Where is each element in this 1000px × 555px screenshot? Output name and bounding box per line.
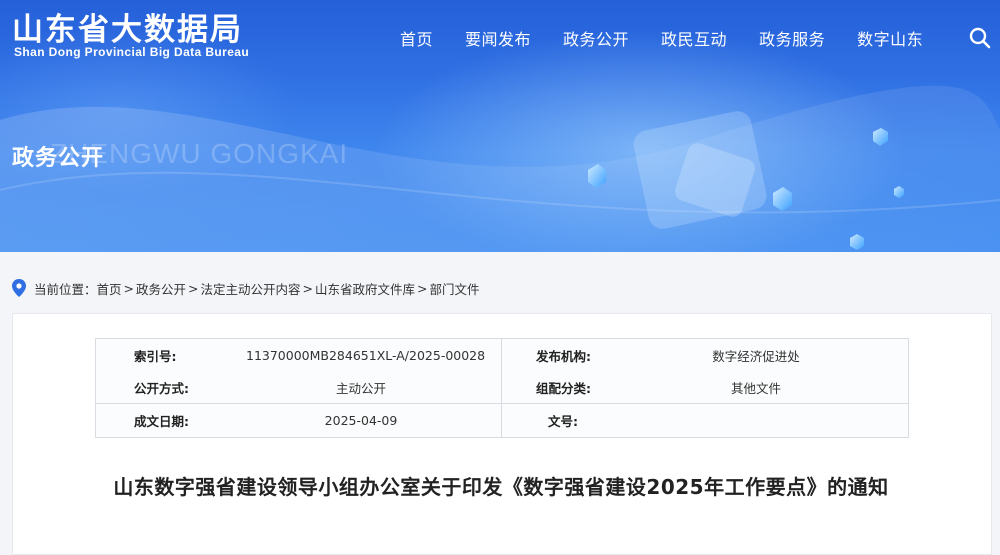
nav-item-interaction[interactable]: 政民互动: [661, 26, 727, 50]
document-meta-table: 索引号: 11370000MB284651XL-A/2025-00028 发布机…: [95, 338, 909, 438]
nav-item-home[interactable]: 首页: [400, 26, 433, 50]
meta-row: 成文日期: 2025-04-09 文号:: [96, 403, 908, 436]
meta-label-category: 组配分类:: [536, 380, 591, 396]
breadcrumb-separator: >: [123, 280, 135, 296]
meta-label-docno: 文号:: [548, 413, 578, 429]
breadcrumb-separator: >: [302, 280, 314, 296]
site-logo-en: Shan Dong Provincial Big Data Bureau: [14, 45, 250, 59]
breadcrumb-item-dept-docs[interactable]: 部门文件: [430, 279, 480, 298]
document-title: 山东数字强省建设领导小组办公室关于印发《数字强省建设2025年工作要点》的通知: [113, 475, 889, 499]
nav-item-gov-open[interactable]: 政务公开: [563, 26, 629, 50]
breadcrumb-separator: >: [417, 280, 428, 296]
meta-row: 索引号: 11370000MB284651XL-A/2025-00028 发布机…: [96, 339, 908, 371]
header-banner: 山东省大数据局 Shan Dong Provincial Big Data Bu…: [0, 0, 1000, 252]
meta-label-date: 成文日期:: [134, 413, 189, 429]
section-title: 政务公开: [12, 146, 105, 171]
nav-item-services[interactable]: 政务服务: [759, 26, 825, 50]
breadcrumb-prefix: 当前位置：: [34, 281, 97, 297]
content-panel: 索引号: 11370000MB284651XL-A/2025-00028 发布机…: [12, 313, 992, 555]
nav-item-news[interactable]: 要闻发布: [465, 26, 531, 50]
meta-value-mode: 主动公开: [335, 380, 386, 396]
location-pin-icon: [12, 279, 26, 297]
meta-label-org: 发布机构:: [536, 348, 591, 364]
meta-label-index: 索引号:: [134, 348, 177, 364]
meta-value-org: 数字经济促进处: [712, 348, 800, 364]
breadcrumb-item-doc-library[interactable]: 山东省政府文件库: [315, 279, 415, 298]
meta-row: 公开方式: 主动公开 组配分类: 其他文件: [96, 371, 908, 403]
site-logo-cn[interactable]: 山东省大数据局: [12, 4, 243, 49]
meta-value-date: 2025-04-09: [324, 412, 398, 428]
search-icon[interactable]: [969, 27, 991, 49]
meta-value-category: 其他文件: [730, 380, 781, 396]
breadcrumb-item-gov-open[interactable]: 政务公开: [136, 279, 186, 298]
meta-value-index: 11370000MB284651XL-A/2025-00028: [246, 347, 486, 363]
main-nav: 首页 要闻发布 政务公开 政民互动 政务服务 数字山东: [400, 26, 955, 50]
breadcrumb-item-home[interactable]: 首页: [97, 279, 122, 298]
meta-label-mode: 公开方式:: [134, 380, 189, 396]
breadcrumb-item-statutory-content[interactable]: 法定主动公开内容: [201, 279, 301, 298]
breadcrumb-separator: >: [188, 280, 199, 296]
breadcrumb: 当前位置： 首页 > 政务公开 > 法定主动公开内容 > 山东省政府文件库 > …: [12, 278, 480, 298]
nav-item-digital-shandong[interactable]: 数字山东: [857, 26, 923, 50]
